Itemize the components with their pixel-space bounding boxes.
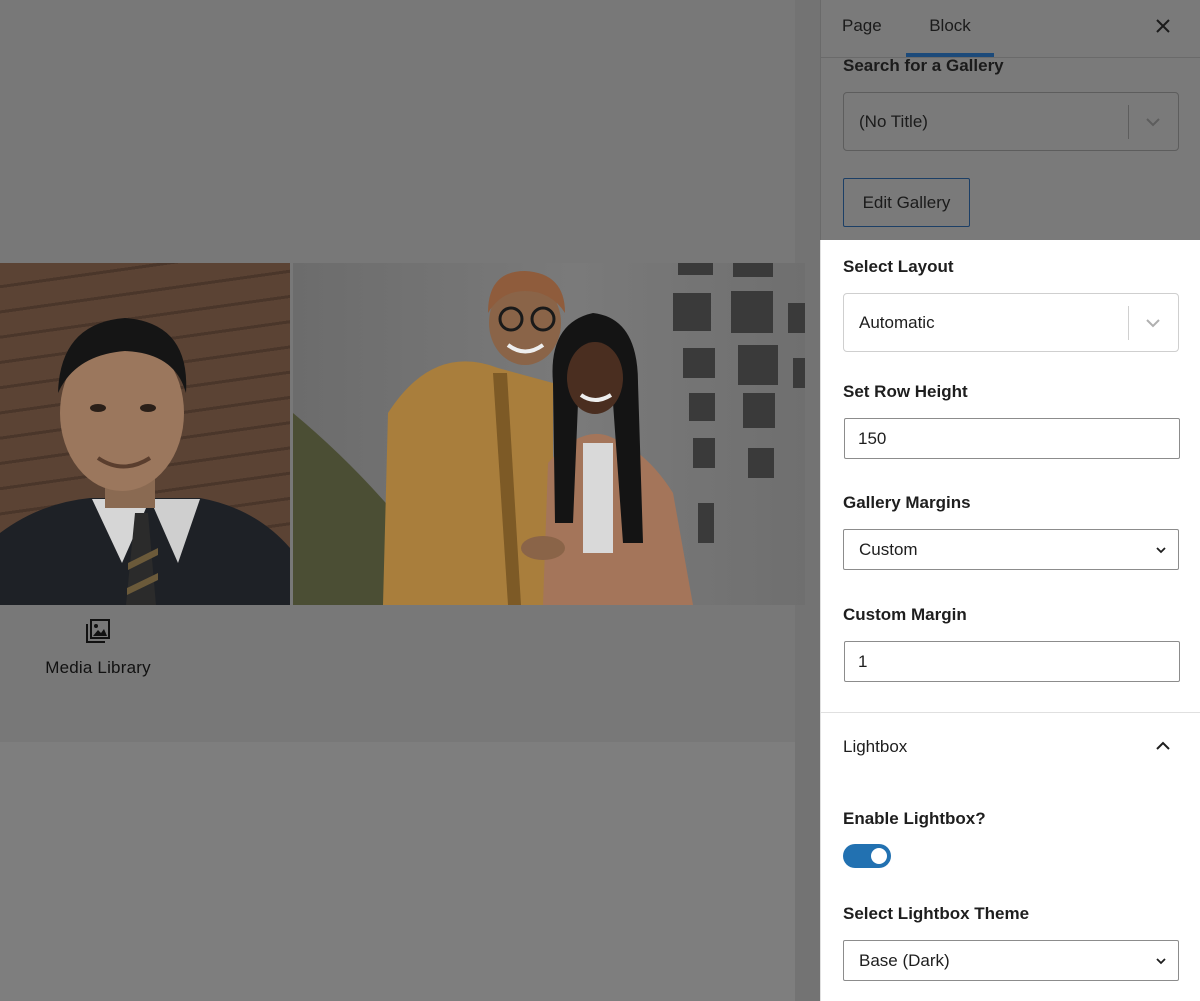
chevron-down-icon — [1156, 547, 1166, 554]
lightbox-theme-select[interactable]: Base (Dark) — [843, 940, 1179, 981]
gallery-image-couple[interactable] — [293, 263, 805, 605]
row-height-input[interactable]: 150 — [844, 418, 1180, 459]
row-height-label: Set Row Height — [843, 382, 968, 401]
sidebar-dimmed-area: Page Block Search for a Gallery (No Titl… — [820, 0, 1200, 240]
select-layout-label: Select Layout — [843, 257, 954, 276]
block-settings-panel: Select Layout Automatic Set Row Height 1… — [820, 240, 1200, 1001]
lightbox-theme-value: Base (Dark) — [859, 951, 950, 970]
editor-canvas: Media Library — [0, 0, 820, 1001]
couple-illustration — [293, 263, 805, 605]
canvas-lower-area — [0, 742, 795, 1001]
portrait-illustration — [0, 318, 290, 605]
lightbox-theme-label: Select Lightbox Theme — [843, 904, 1030, 923]
gallery-margins-select[interactable]: Custom — [843, 529, 1179, 570]
toggle-knob — [871, 848, 887, 864]
media-library-icon — [86, 619, 110, 643]
search-gallery-label: Search for a Gallery — [843, 56, 1004, 75]
search-gallery-value: (No Title) — [859, 112, 928, 131]
chevron-down-icon[interactable] — [1144, 314, 1162, 332]
edit-gallery-button[interactable]: Edit Gallery — [843, 178, 970, 227]
select-separator — [1128, 105, 1129, 139]
section-divider — [821, 712, 1200, 713]
layout-select[interactable]: Automatic — [843, 293, 1179, 352]
media-library-label: Media Library — [45, 658, 151, 677]
chevron-down-icon[interactable] — [1144, 113, 1162, 131]
custom-margin-input[interactable]: 1 — [844, 641, 1180, 682]
layout-value: Automatic — [859, 313, 935, 332]
custom-margin-label: Custom Margin — [843, 605, 967, 624]
close-icon[interactable] — [1151, 14, 1175, 38]
settings-sidebar: Page Block Search for a Gallery (No Titl… — [820, 0, 1200, 1001]
enable-lightbox-label: Enable Lightbox? — [843, 809, 986, 828]
tab-page[interactable]: Page — [842, 0, 882, 57]
sidebar-tabs: Page Block — [821, 0, 1200, 58]
gallery-margins-value: Custom — [859, 540, 918, 559]
search-gallery-select[interactable]: (No Title) — [843, 92, 1179, 151]
chevron-down-icon — [1156, 958, 1166, 965]
select-separator — [1128, 306, 1129, 340]
lightbox-section-title[interactable]: Lightbox — [843, 737, 907, 757]
media-library-button[interactable]: Media Library — [0, 618, 196, 678]
chevron-up-icon[interactable] — [1153, 736, 1173, 756]
tab-block[interactable]: Block — [906, 0, 994, 57]
enable-lightbox-toggle[interactable] — [843, 844, 891, 868]
gallery-margins-label: Gallery Margins — [843, 493, 971, 512]
gallery-image-man-in-suit[interactable] — [0, 263, 290, 605]
